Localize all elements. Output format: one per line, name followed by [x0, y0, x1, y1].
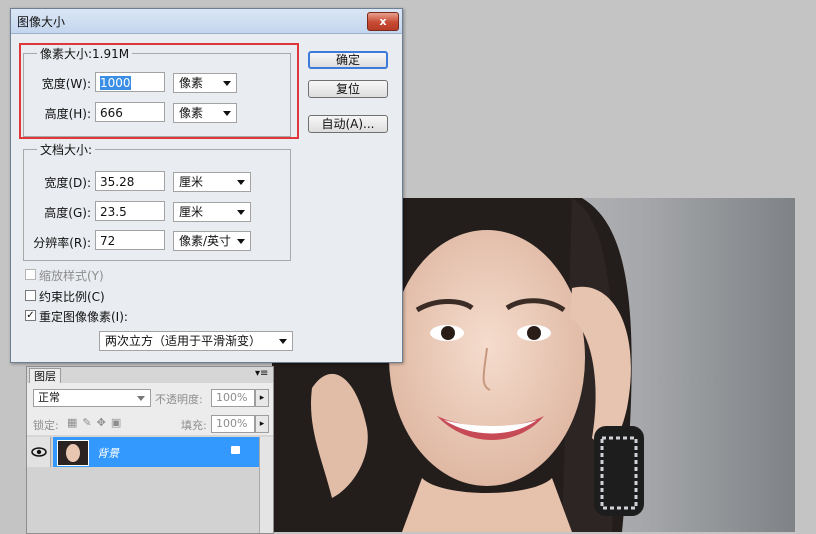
ok-button[interactable]: 确定	[308, 51, 388, 69]
dialog-titlebar[interactable]: 图像大小 x	[11, 9, 402, 34]
opacity-input[interactable]: 100%	[211, 389, 255, 407]
lock-transparent-icon[interactable]: ▦	[67, 416, 82, 429]
close-button[interactable]: x	[367, 12, 399, 31]
resolution-label: 分辨率(R):	[33, 236, 91, 250]
fill-label: 填充:	[181, 419, 207, 432]
lock-all-icon[interactable]: ▣	[111, 416, 126, 429]
layer-thumbnail	[57, 440, 89, 466]
doc-width-unit-select[interactable]: 厘米	[173, 172, 251, 192]
blend-mode-value: 正常	[38, 391, 60, 404]
checkmark-icon: ✓	[26, 310, 35, 321]
chevron-down-icon	[237, 210, 245, 215]
tab-layers[interactable]: 图层	[29, 368, 61, 384]
resample-checkbox[interactable]: ✓	[25, 310, 36, 321]
scale-styles-checkbox[interactable]	[25, 269, 36, 280]
thumbnail-portrait	[66, 444, 80, 462]
lock-label: 锁定:	[33, 419, 59, 432]
lock-icons[interactable]: ▦✎✥▣	[67, 416, 126, 429]
chevron-down-icon	[279, 339, 287, 344]
resample-method-select[interactable]: 两次立方（适用于平滑渐变）	[99, 331, 293, 351]
opacity-arrow-icon[interactable]: ▸	[255, 389, 269, 407]
lock-move-icon[interactable]: ✥	[97, 416, 111, 429]
image-size-dialog: 图像大小 x 像素大小:1.91M 宽度(W): 1000 像素 高度(H): …	[10, 8, 403, 363]
resolution-unit: 像素/英寸	[179, 234, 232, 248]
doc-height-unit: 厘米	[179, 205, 204, 219]
close-icon: x	[379, 15, 387, 28]
auto-button[interactable]: 自动(A)...	[308, 115, 388, 133]
constrain-proportions-checkbox[interactable]	[25, 290, 36, 301]
lock-paint-icon[interactable]: ✎	[82, 416, 96, 429]
doc-height-label: 高度(G):	[44, 206, 91, 220]
layers-panel: 图层 ▾≡ 正常 不透明度: 100% ▸ 锁定: ▦✎✥▣ 填充: 100% …	[26, 366, 274, 534]
constrain-proportions-label: 约束比例(C)	[39, 290, 105, 304]
fill-arrow-icon[interactable]: ▸	[255, 415, 269, 433]
doc-width-input[interactable]: 35.28	[95, 171, 165, 191]
scale-styles-label: 缩放样式(Y)	[39, 269, 104, 283]
fill-input[interactable]: 100%	[211, 415, 255, 433]
resample-label: 重定图像像素(I):	[39, 310, 128, 324]
eye-icon[interactable]	[27, 437, 51, 467]
lock-icon	[231, 446, 240, 454]
doc-height-unit-select[interactable]: 厘米	[173, 202, 251, 222]
highlight-box	[19, 43, 299, 139]
panel-menu-icon[interactable]: ▾≡	[255, 368, 268, 379]
doc-width-unit: 厘米	[179, 175, 204, 189]
layers-scrollbar[interactable]	[259, 437, 273, 533]
doc-width-label: 宽度(D):	[44, 176, 91, 190]
dialog-title: 图像大小	[17, 15, 66, 29]
resolution-input[interactable]: 72	[95, 230, 165, 250]
layer-visibility[interactable]	[27, 437, 51, 467]
blend-mode-select[interactable]: 正常	[33, 389, 151, 407]
reset-button[interactable]: 复位	[308, 80, 388, 98]
document-size-legend: 文档大小:	[37, 141, 96, 158]
doc-height-input[interactable]: 23.5	[95, 201, 165, 221]
resolution-unit-select[interactable]: 像素/英寸	[173, 231, 251, 251]
chevron-down-icon	[237, 239, 245, 244]
opacity-label: 不透明度:	[155, 393, 203, 406]
layer-name: 背景	[97, 447, 119, 460]
chevron-down-icon	[137, 396, 145, 401]
resample-method-value: 两次立方（适用于平滑渐变）	[105, 334, 262, 348]
chevron-down-icon	[237, 180, 245, 185]
